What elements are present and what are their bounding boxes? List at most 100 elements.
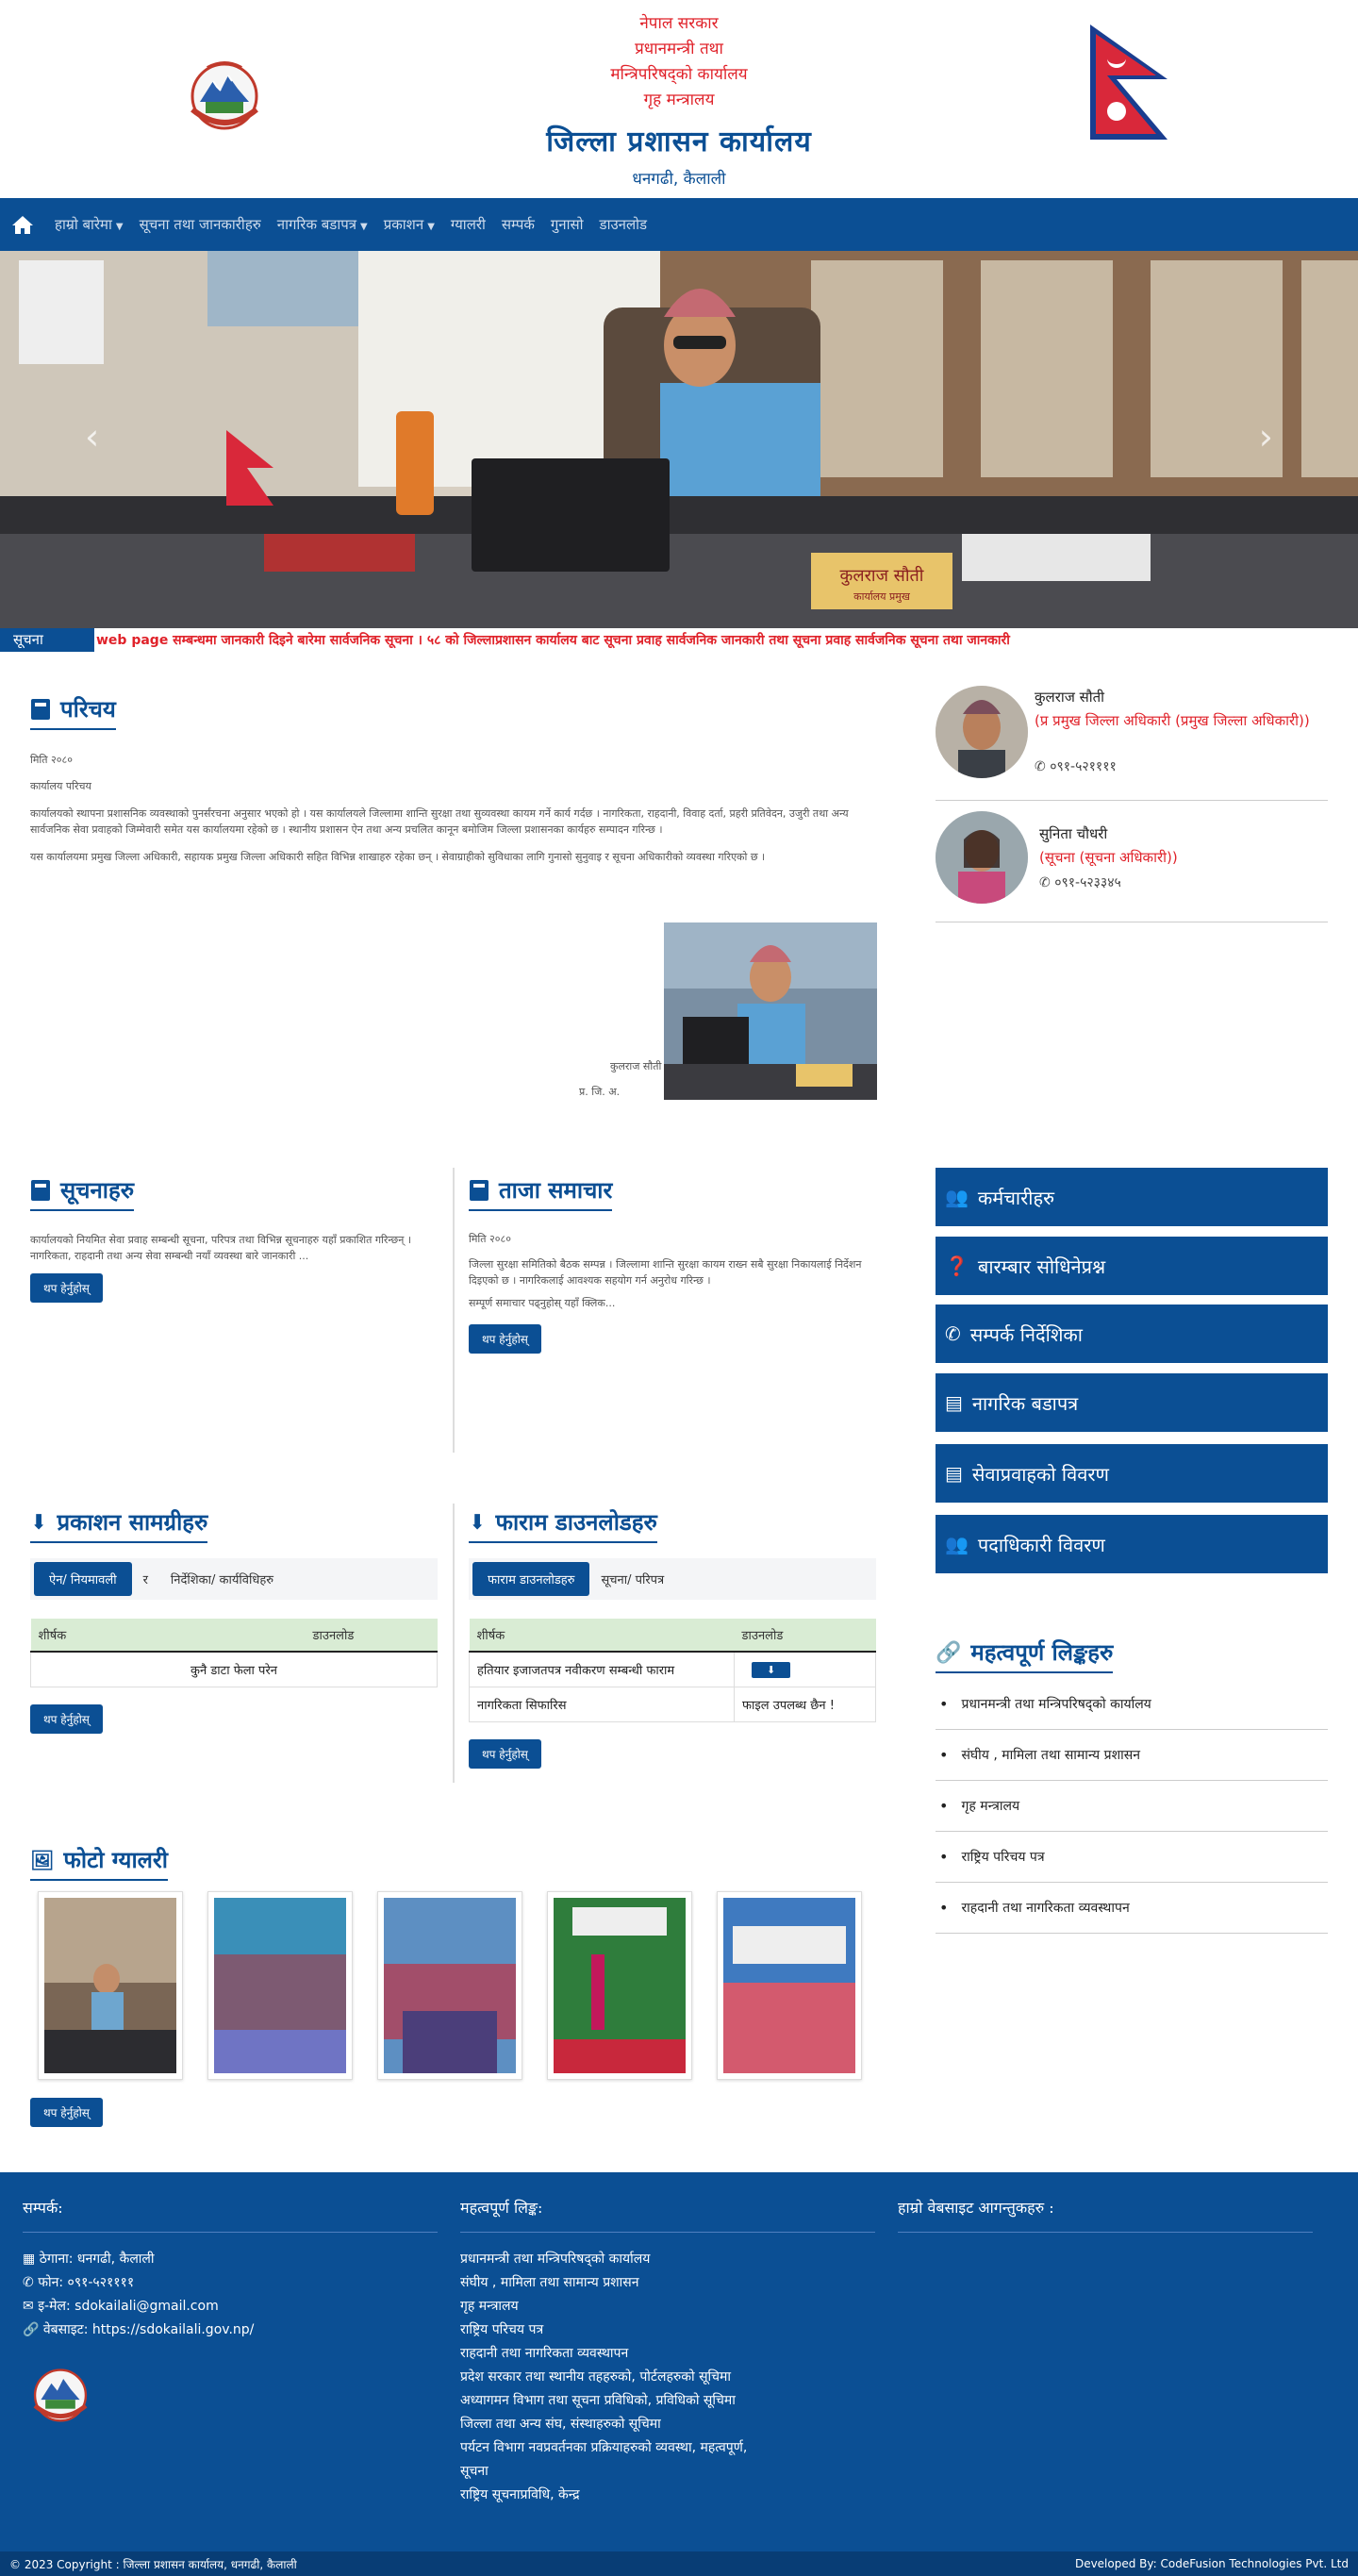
- news-more-button[interactable]: थप हेर्नुहोस्: [469, 1324, 541, 1354]
- tab-circulars[interactable]: सूचना/ परिपत्र: [589, 1562, 675, 1596]
- footer-rule: [898, 2232, 1313, 2233]
- main-navigation: हाम्रो बारेमा ▼ सूचना तथा जानकारीहरु नागर…: [0, 198, 1358, 251]
- col-title: शीर्षक: [30, 1619, 306, 1653]
- image-icon: 🖼: [30, 1848, 55, 1871]
- nepal-flag-icon: [1090, 25, 1168, 140]
- list-item[interactable]: गृह मन्त्रालय: [936, 1781, 1328, 1832]
- intro-title: परिचय: [60, 695, 116, 723]
- intro-officer-photo: [664, 922, 877, 1100]
- nav-download[interactable]: डाउनलोड: [600, 215, 648, 234]
- footer-link[interactable]: संघीय , मामिला तथा सामान्य प्रशासन: [460, 2271, 639, 2295]
- nav-charter[interactable]: नागरिक बडापत्र ▼: [277, 215, 368, 234]
- footer-link[interactable]: पर्यटन विभाग नवप्रवर्तनका प्रक्रियाहरुको…: [460, 2436, 875, 2460]
- quick-link-label: कर्मचारीहरु: [977, 1186, 1055, 1209]
- quick-link-service[interactable]: ▤ सेवाप्रवाहको विवरण: [936, 1444, 1328, 1503]
- notices-more-button[interactable]: थप हेर्नुहोस्: [30, 1273, 103, 1303]
- nav-notices[interactable]: सूचना तथा जानकारीहरु: [140, 215, 261, 234]
- nav-about[interactable]: हाम्रो बारेमा ▼: [55, 215, 124, 234]
- slider-prev-icon[interactable]: ‹: [85, 416, 99, 457]
- tab-guidelines[interactable]: निर्देशिका/ कार्यविधिहरु: [159, 1562, 285, 1596]
- footer-link[interactable]: अध्यागमन विभाग तथा सूचना प्रविधिको, प्रव…: [460, 2389, 736, 2413]
- forms-tabs: फाराम डाउनलोडहरु सूचना/ परिपत्र: [469, 1558, 876, 1600]
- footer-link[interactable]: प्रदेश सरकार तथा स्थानीय तहहरुको, पोर्टल…: [460, 2366, 731, 2389]
- official-phone-number[interactable]: ०९१-५२११११: [1050, 759, 1117, 774]
- official-photo: [936, 686, 1028, 778]
- mail-icon: ✉: [23, 2299, 39, 2314]
- quick-link-faq[interactable]: ❓ बारम्बार सोधिनेप्रश्न: [936, 1237, 1328, 1295]
- tab-forms[interactable]: फाराम डाउनलोडहरु: [472, 1562, 590, 1596]
- footer-email-text[interactable]: इ-मेल: sdokailali@gmail.com: [38, 2299, 219, 2314]
- ticker-text[interactable]: web page सम्बन्धमा जानकारी दिइने बारेमा …: [94, 631, 1010, 649]
- list-item[interactable]: प्रधानमन्त्री तथा मन्त्रिपरिषद्को कार्या…: [936, 1679, 1328, 1730]
- download-icon: ⬇: [30, 1509, 48, 1535]
- nav-grievance-label: गुनासो: [550, 216, 584, 233]
- footer-website-text[interactable]: वेबसाइट: https://sdokailali.gov.np/: [43, 2322, 255, 2337]
- book-icon: [470, 1179, 489, 1201]
- download-icon[interactable]: ⬇: [752, 1661, 791, 1678]
- quick-link-officials[interactable]: 👥 पदाधिकारी विवरण: [936, 1515, 1328, 1573]
- nav-notices-label: सूचना तथा जानकारीहरु: [139, 216, 261, 233]
- tab-acts[interactable]: ऐन/ नियमावली: [34, 1562, 132, 1596]
- nav-grievance[interactable]: गुनासो: [551, 215, 584, 234]
- question-icon: ❓: [945, 1255, 969, 1277]
- slider-next-icon[interactable]: ›: [1259, 416, 1273, 457]
- book-icon: ▤: [945, 1462, 963, 1485]
- footer-phone-text[interactable]: फोन: ०९१-५२११११: [38, 2275, 134, 2290]
- footer-link[interactable]: राष्ट्रिय परिचय पत्र: [460, 2318, 543, 2342]
- gallery-photo[interactable]: [377, 1891, 522, 2080]
- home-icon[interactable]: [11, 214, 34, 235]
- gallery-title: फोटो ग्यालरी: [63, 1846, 168, 1873]
- footer-rule: [23, 2232, 438, 2233]
- official-phone-number[interactable]: ०९१-५२३३४५: [1054, 875, 1121, 890]
- nav-about-label: हाम्रो बारेमा: [55, 216, 112, 233]
- quick-link-label: सेवाप्रवाहको विवरण: [971, 1462, 1109, 1486]
- row-title: हतियार इजाजतपत्र नवीकरण सम्बन्धी फाराम: [469, 1651, 735, 1687]
- official-card-2: सुनिता चौधरी (सूचना (सूचना अधिकारी)) ✆ ०…: [936, 811, 1328, 922]
- gallery-photo[interactable]: [207, 1891, 353, 2080]
- forms-title: फाराम डाउनलोडहरु: [495, 1508, 657, 1536]
- quick-link-charter[interactable]: ▤ नागरिक बडापत्र: [936, 1373, 1328, 1432]
- link-icon: 🔗: [936, 1639, 962, 1665]
- gallery-photo[interactable]: [38, 1891, 183, 2080]
- gallery-photo[interactable]: [547, 1891, 692, 2080]
- news-read-more[interactable]: सम्पूर्ण समाचार पढ्नुहोस् यहाँ क्लिक...: [469, 1296, 874, 1311]
- important-links-title-wrap: 🔗 महत्वपूर्ण लिङ्कहरु: [936, 1637, 1114, 1673]
- publications-more-button[interactable]: थप हेर्नुहोस्: [30, 1704, 103, 1734]
- ticker-label: सूचना: [0, 628, 94, 652]
- col-title: शीर्षक: [469, 1619, 735, 1653]
- footer-address: ▦ ठेगाना: धनगढी, कैलाली: [23, 2248, 155, 2271]
- official-role: (प्र प्रमुख जिल्ला अधिकारी (प्रमुख जिल्ल…: [1035, 712, 1310, 729]
- map-icon: ▦: [23, 2252, 40, 2267]
- download-icon: ⬇: [469, 1509, 487, 1535]
- quick-link-label: सम्पर्क निर्देशिका: [969, 1322, 1083, 1346]
- footer-link[interactable]: सूचना: [460, 2460, 489, 2484]
- footer-link[interactable]: राष्ट्रिय सूचनाप्रविधि, केन्द्र: [460, 2484, 580, 2507]
- notices-title: सूचनाहरु: [60, 1176, 135, 1204]
- column-divider: [453, 1168, 455, 1453]
- gallery-more-button[interactable]: थप हेर्नुहोस्: [30, 2098, 103, 2127]
- publications-section: ⬇ प्रकाशन सामग्रीहरु ऐन/ नियमावली र निर्…: [30, 1506, 438, 1734]
- developer-credit[interactable]: Developed By: CodeFusion Technologies Pv…: [1075, 2557, 1349, 2570]
- tab-separator: र: [142, 1573, 148, 1587]
- quick-link-staff[interactable]: 👥 कर्मचारीहरु: [936, 1168, 1328, 1226]
- forms-more-button[interactable]: थप हेर्नुहोस्: [469, 1739, 541, 1769]
- footer-link[interactable]: गृह मन्त्रालय: [460, 2295, 519, 2318]
- link-icon: 🔗: [23, 2322, 43, 2337]
- list-item[interactable]: संघीय , मामिला तथा सामान्य प्रशासन: [936, 1730, 1328, 1781]
- intro-caption-role: प्र. जि. अ.: [579, 1086, 621, 1098]
- nav-contact[interactable]: सम्पर्क: [502, 215, 535, 234]
- footer-link[interactable]: प्रधानमन्त्री तथा मन्त्रिपरिषद्को कार्या…: [460, 2248, 650, 2271]
- footer-link[interactable]: जिल्ला तथा अन्य संघ, संस्थाहरुको सूचिमा: [460, 2413, 661, 2436]
- quick-link-directory[interactable]: ✆ सम्पर्क निर्देशिका: [936, 1305, 1328, 1363]
- official-phone: ✆ ०९१-५२३३४५: [1039, 873, 1121, 891]
- intro-subtitle: कार्यालय परिचय: [30, 780, 91, 792]
- nav-gallery[interactable]: ग्यालरी: [451, 215, 486, 234]
- footer-link[interactable]: राहदानी तथा नागरिकता व्यवस्थापन: [460, 2342, 628, 2366]
- gallery-photo[interactable]: [717, 1891, 862, 2080]
- hero-name-plate: कुलराज सौती: [840, 565, 924, 586]
- list-item[interactable]: राहदानी तथा नागरिकता व्यवस्थापन: [936, 1883, 1328, 1934]
- caret-down-icon: ▼: [427, 222, 435, 232]
- nav-publication[interactable]: प्रकाशन ▼: [384, 215, 435, 234]
- footer-contact-title: सम्पर्क:: [23, 2199, 63, 2217]
- list-item[interactable]: राष्ट्रिय परिचय पत्र: [936, 1832, 1328, 1883]
